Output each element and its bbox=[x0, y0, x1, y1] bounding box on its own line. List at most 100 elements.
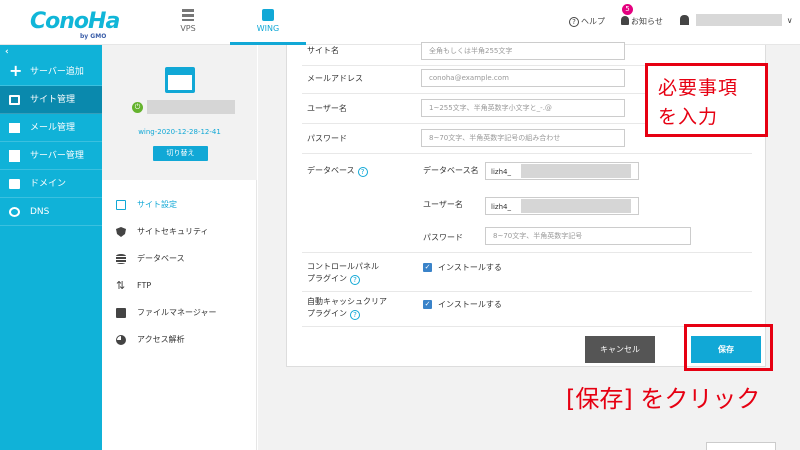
db-password-input[interactable]: 8~70文字、半角英数字記号 bbox=[485, 227, 691, 245]
db-name-prefix: lizh4_ bbox=[491, 168, 511, 176]
notice-badge: 5 bbox=[622, 4, 633, 15]
database-icon bbox=[116, 254, 126, 264]
email-label: メールアドレス bbox=[307, 74, 363, 83]
site-name-input[interactable]: 全角もしくは半角255文字 bbox=[421, 42, 625, 60]
annotation-save-hint: [保存] をクリック bbox=[566, 385, 761, 413]
db-user-input[interactable]: lizh4_ bbox=[485, 197, 639, 215]
server-manage-icon bbox=[9, 150, 20, 162]
sidebar-item-server-manage[interactable]: サーバー管理 bbox=[0, 142, 102, 170]
db-name-input[interactable]: lizh4_ bbox=[485, 162, 639, 180]
top-header: ConoHa by GMO VPS WING ? ヘルプ 5 お知らせ ∨ bbox=[0, 0, 800, 45]
email-input[interactable]: conoha@example.com bbox=[421, 69, 625, 87]
site-code: wing-2020-12-28-12-41 bbox=[138, 128, 221, 136]
plus-icon bbox=[9, 57, 22, 85]
folder-icon bbox=[116, 308, 126, 318]
cache-label-2: プラグイン bbox=[307, 309, 347, 318]
sidebar-item-domain[interactable]: ドメイン bbox=[0, 170, 102, 198]
annotation-input-note: 必要事項 を入力 bbox=[645, 63, 768, 137]
settings-icon bbox=[116, 200, 126, 210]
password-label: パスワード bbox=[307, 134, 347, 143]
sidebar-item-label: サイト管理 bbox=[30, 95, 76, 105]
chevron-down-icon: ∨ bbox=[786, 15, 793, 25]
tab-vps-label: VPS bbox=[180, 24, 196, 33]
sidebar-item-label: DNS bbox=[30, 207, 50, 217]
annotation-line-1: 必要事項 bbox=[658, 77, 739, 99]
logo-text: ConoHa bbox=[30, 9, 120, 34]
help-icon[interactable]: ? bbox=[357, 167, 368, 177]
ftp-icon bbox=[116, 276, 126, 296]
sidebar-item-mail-manage[interactable]: メール管理 bbox=[0, 114, 102, 142]
menu-label: データベース bbox=[137, 254, 185, 263]
sidebar-item-label: ドメイン bbox=[30, 179, 67, 189]
db-name-redacted bbox=[521, 164, 631, 178]
menu-access-analysis[interactable]: アクセス解析 bbox=[102, 330, 257, 350]
sidebar-item-label: メール管理 bbox=[30, 123, 76, 133]
menu-label: サイト設定 bbox=[137, 200, 177, 209]
window-icon bbox=[165, 67, 195, 93]
shield-icon bbox=[116, 227, 126, 237]
sidebar: ‹ サーバー追加 サイト管理 メール管理 サーバー管理 ドメイン DNS bbox=[0, 45, 102, 450]
menu-site-security[interactable]: サイトセキュリティ bbox=[102, 222, 257, 242]
help-link[interactable]: ? ヘルプ bbox=[569, 16, 605, 27]
conoha-logo[interactable]: ConoHa by GMO bbox=[30, 9, 120, 40]
menu-ftp[interactable]: FTP bbox=[102, 276, 257, 296]
database-label-text: データベース bbox=[307, 166, 355, 175]
control-panel-install-label: インストールする bbox=[438, 263, 502, 272]
switch-button[interactable]: 切り替え bbox=[153, 146, 208, 161]
menu-database[interactable]: データベース bbox=[102, 249, 257, 269]
globe-icon bbox=[9, 207, 20, 217]
site-name-label: サイト名 bbox=[307, 46, 339, 55]
db-user-redacted bbox=[521, 199, 631, 213]
partial-button[interactable] bbox=[706, 442, 776, 450]
cache-label-1: 自動キャッシュクリア bbox=[307, 297, 387, 306]
power-icon: ⏻ bbox=[132, 102, 143, 113]
user-icon bbox=[680, 15, 689, 25]
tab-wing-label: WING bbox=[256, 24, 280, 33]
domain-icon bbox=[9, 179, 20, 189]
annotation-save-highlight bbox=[684, 324, 773, 371]
divider bbox=[302, 291, 752, 292]
menu-file-manager[interactable]: ファイルマネージャー bbox=[102, 303, 257, 323]
sidebar-item-dns[interactable]: DNS bbox=[0, 198, 102, 226]
password-input[interactable]: 8~70文字、半角英数字記号の組み合わせ bbox=[421, 129, 625, 147]
collapse-icon[interactable]: ‹ bbox=[5, 47, 9, 57]
db-user-label: ユーザー名 bbox=[423, 200, 463, 209]
db-user-prefix: lizh4_ bbox=[491, 203, 511, 211]
pie-chart-icon bbox=[116, 335, 126, 345]
sidebar-item-label: サーバー管理 bbox=[30, 151, 84, 161]
cache-clear-checkbox[interactable]: ✓ bbox=[423, 300, 432, 309]
wing-icon bbox=[262, 9, 274, 21]
menu-label: サイトセキュリティ bbox=[137, 227, 209, 236]
logo-sub-text: by GMO bbox=[80, 33, 107, 40]
username-input[interactable]: 1~255文字、半角英数字小文字と_-.@ bbox=[421, 99, 625, 117]
db-password-label: パスワード bbox=[423, 233, 463, 242]
server-icon bbox=[182, 9, 194, 21]
mail-icon bbox=[9, 123, 20, 133]
bell-icon bbox=[621, 16, 629, 25]
menu-site-settings[interactable]: サイト設定 bbox=[102, 195, 257, 215]
help-icon[interactable]: ? bbox=[350, 310, 360, 320]
sidebar-item-add-server[interactable]: サーバー追加 bbox=[0, 57, 102, 86]
site-icon bbox=[9, 95, 20, 105]
divider bbox=[302, 153, 752, 154]
help-icon[interactable]: ? bbox=[350, 275, 360, 285]
site-panel: ⏻ wing-2020-12-28-12-41 切り替え サイト設定 サイトセキ… bbox=[102, 45, 257, 450]
control-panel-checkbox[interactable]: ✓ bbox=[423, 263, 432, 272]
username-label: ユーザー名 bbox=[307, 104, 347, 113]
notice-link[interactable]: お知らせ bbox=[621, 16, 663, 27]
cache-clear-install-label: インストールする bbox=[438, 300, 502, 309]
tab-vps[interactable]: VPS bbox=[150, 0, 226, 45]
site-name-redacted bbox=[147, 100, 235, 114]
menu-label: FTP bbox=[137, 281, 152, 290]
notice-label: お知らせ bbox=[631, 17, 663, 26]
help-icon: ? bbox=[569, 17, 579, 27]
cancel-button[interactable]: キャンセル bbox=[585, 336, 655, 363]
db-name-label: データベース名 bbox=[423, 166, 479, 175]
tab-wing[interactable]: WING bbox=[230, 0, 306, 45]
site-card: ⏻ wing-2020-12-28-12-41 切り替え bbox=[102, 45, 257, 180]
sidebar-item-site-manage[interactable]: サイト管理 bbox=[0, 86, 102, 114]
annotation-line-2: を入力 bbox=[658, 106, 719, 128]
user-menu[interactable]: ∨ bbox=[680, 14, 793, 26]
user-name-redacted bbox=[695, 14, 782, 26]
control-panel-label: コントロールパネル プラグイン? bbox=[307, 261, 379, 285]
